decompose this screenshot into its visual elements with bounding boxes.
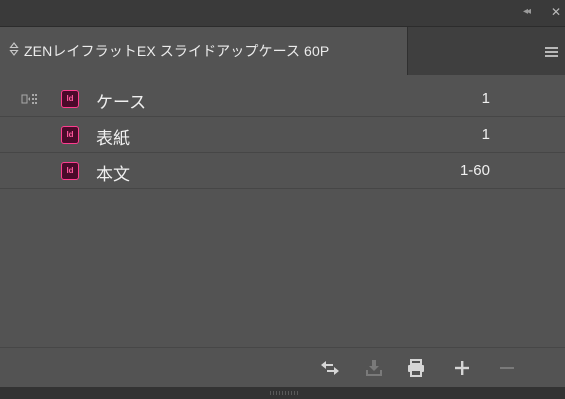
list-item[interactable]: Id 本文 1-60	[0, 153, 565, 189]
document-name: 表紙	[96, 129, 130, 148]
panel-title-bar: ◂◂ ✕	[0, 0, 565, 27]
update-icon[interactable]	[362, 356, 386, 380]
panel-toolbar	[0, 347, 565, 387]
panel-menu-icon[interactable]	[545, 47, 558, 57]
document-name: ケース	[96, 93, 147, 112]
add-document-icon[interactable]	[450, 356, 474, 380]
document-list: Id ケース 1 Id 表紙 1 Id 本文 1-60	[0, 81, 565, 189]
close-panel-icon[interactable]: ✕	[551, 5, 561, 19]
page-range: 1	[481, 90, 490, 107]
resize-grip[interactable]	[270, 391, 298, 395]
print-icon[interactable]	[404, 356, 428, 380]
indesign-doc-icon: Id	[61, 90, 79, 108]
style-source-icon[interactable]	[21, 93, 39, 105]
collapse-panel-icon[interactable]: ◂◂	[523, 5, 531, 19]
up-down-arrows-icon[interactable]	[9, 41, 19, 57]
book-panel: ◂◂ ✕ ZENレイフラットEX スライドアップケース 60P Id ケース 1…	[0, 0, 565, 399]
resize-strip	[0, 387, 565, 399]
book-title: ZENレイフラットEX スライドアップケース 60P	[24, 43, 330, 59]
page-range: 1-60	[459, 162, 490, 179]
remove-document-icon[interactable]	[495, 356, 519, 380]
panel-tab-row: ZENレイフラットEX スライドアップケース 60P	[0, 27, 565, 75]
list-item[interactable]: Id 表紙 1	[0, 117, 565, 153]
synchronize-icon[interactable]	[318, 356, 342, 380]
book-tab[interactable]: ZENレイフラットEX スライドアップケース 60P	[0, 27, 408, 75]
indesign-doc-icon: Id	[61, 162, 79, 180]
page-range: 1	[481, 126, 490, 143]
document-name: 本文	[96, 165, 130, 184]
indesign-doc-icon: Id	[61, 126, 79, 144]
list-item[interactable]: Id ケース 1	[0, 81, 565, 117]
